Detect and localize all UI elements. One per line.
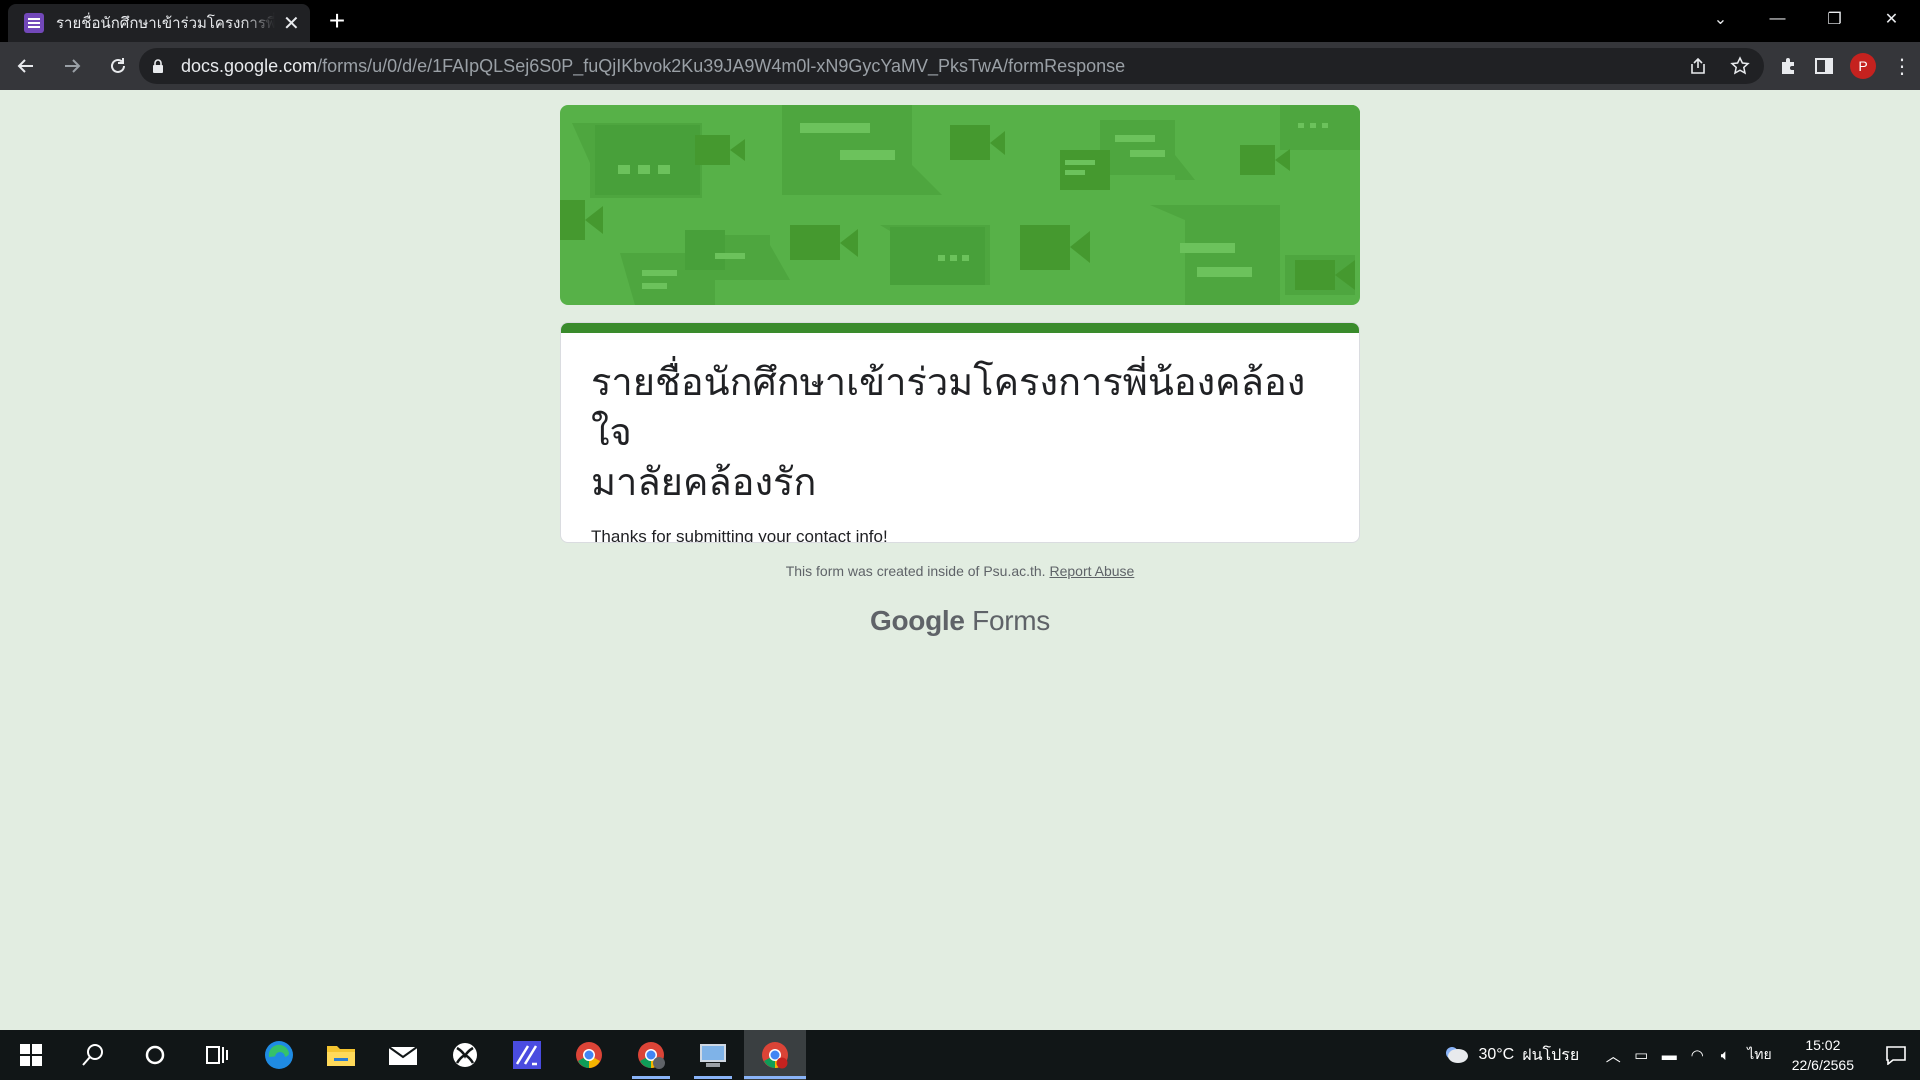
taskbar-edge[interactable]: [248, 1030, 310, 1080]
weather-widget[interactable]: 30°C ฝนโปรย: [1442, 1043, 1579, 1068]
close-window-icon[interactable]: ✕: [1863, 9, 1920, 29]
taskbar-clock[interactable]: 15:02 22/6/2565: [1792, 1035, 1854, 1075]
form-header-banner: [560, 105, 1360, 305]
taskbar-mail[interactable]: [372, 1030, 434, 1080]
taskbar-chrome-active[interactable]: [744, 1030, 806, 1080]
form-title: รายชื่อนักศึกษาเข้าร่วมโครงการพี่น้องคล้…: [561, 333, 1359, 507]
weather-temperature: 30°C: [1478, 1046, 1515, 1063]
extensions-icon[interactable]: [1778, 56, 1798, 76]
volume-icon[interactable]: 🔈︎: [1711, 1047, 1739, 1064]
input-language[interactable]: ไทย: [1747, 1044, 1771, 1066]
forward-arrow-icon: [65, 59, 81, 73]
tab-title: รายชื่อนักศึกษาเข้าร่วมโครงการพี่น้องคล้…: [56, 15, 275, 32]
file-explorer-icon: [327, 1046, 355, 1066]
affinity-icon: [513, 1041, 541, 1069]
notification-center-button[interactable]: [1872, 1045, 1920, 1065]
control-panel-icon: [700, 1044, 726, 1067]
windows-logo-icon: [20, 1044, 42, 1066]
chrome-icon: [576, 1042, 602, 1068]
window-controls: ⌄ — ❐ ✕: [1692, 0, 1920, 38]
form-title-line-1: รายชื่อนักศึกษาเข้าร่วมโครงการพี่น้องคล้…: [591, 360, 1306, 454]
lock-icon[interactable]: [151, 59, 165, 73]
taskbar-search-button[interactable]: [62, 1030, 124, 1080]
new-tab-button[interactable]: +: [322, 6, 352, 36]
battery-icon[interactable]: ▬: [1655, 1047, 1683, 1064]
form-title-line-2: มาลัยคล้องรัก: [591, 460, 817, 504]
minimize-icon[interactable]: —: [1749, 10, 1806, 28]
browser-tab[interactable]: รายชื่อนักศึกษาเข้าร่วมโครงการพี่น้องคล้…: [8, 4, 310, 42]
taskbar-control-panel[interactable]: [682, 1030, 744, 1080]
menu-icon[interactable]: ⋮: [1892, 54, 1912, 79]
reload-button[interactable]: [98, 46, 138, 86]
cloud-rain-icon: [1446, 1047, 1469, 1063]
back-arrow-icon: [17, 59, 33, 73]
browser-toolbar: docs.google.com/forms/u/0/d/e/1FAIpQLSej…: [0, 42, 1920, 90]
windows-taskbar: 30°C ฝนโปรย ︿ ▭ ▬ ◠ 🔈︎ ไทย 15:02 22/6/25…: [0, 1030, 1920, 1080]
taskbar-chrome[interactable]: [558, 1030, 620, 1080]
tab-search-icon[interactable]: ⌄: [1692, 9, 1749, 29]
search-icon: [82, 1044, 103, 1066]
chat-bubbles-illustration: [560, 105, 1360, 305]
task-view-button[interactable]: [186, 1030, 248, 1080]
created-inside-text: This form was created inside of Psu.ac.t…: [785, 563, 1046, 579]
confirmation-message: Thanks for submitting your contact info!: [591, 527, 888, 543]
taskbar-xbox[interactable]: [434, 1030, 496, 1080]
forward-button[interactable]: [52, 46, 92, 86]
taskbar-chrome-profile[interactable]: [620, 1030, 682, 1080]
notification-icon: [1886, 1046, 1906, 1065]
restore-icon[interactable]: ❐: [1806, 9, 1863, 29]
url-path: /forms/u/0/d/e/1FAIpQLSej6S0P_fuQjIKbvok…: [317, 55, 1126, 76]
start-button[interactable]: [0, 1030, 62, 1080]
edge-icon: [265, 1041, 293, 1069]
share-icon[interactable]: [1688, 56, 1708, 76]
meet-now-icon[interactable]: ▭: [1627, 1046, 1655, 1064]
taskbar-affinity[interactable]: [496, 1030, 558, 1080]
chrome-profile-icon: [638, 1042, 665, 1069]
wifi-icon[interactable]: ◠: [1683, 1046, 1711, 1064]
clock-date: 22/6/2565: [1791, 1057, 1854, 1073]
back-button[interactable]: [6, 46, 46, 86]
profile-avatar[interactable]: P: [1850, 53, 1876, 79]
form-confirmation-card: รายชื่อนักศึกษาเข้าร่วมโครงการพี่น้องคล้…: [560, 322, 1360, 543]
side-panel-icon[interactable]: [1814, 56, 1834, 76]
xbox-icon: [453, 1043, 477, 1067]
taskbar-file-explorer[interactable]: [310, 1030, 372, 1080]
system-tray: 30°C ฝนโปรย ︿ ▭ ▬ ◠ 🔈︎ ไทย 15:02 22/6/25…: [1442, 1030, 1920, 1080]
weather-condition: ฝนโปรย: [1522, 1046, 1580, 1064]
cortana-icon: [145, 1045, 165, 1065]
reload-icon: [111, 58, 125, 73]
google-forms-icon: [24, 13, 44, 33]
card-accent-bar: [561, 323, 1359, 333]
url-text[interactable]: docs.google.com/forms/u/0/d/e/1FAIpQLSej…: [181, 56, 1125, 77]
task-view-icon: [206, 1046, 228, 1064]
url-host: docs.google.com: [181, 55, 318, 76]
google-forms-logo[interactable]: Google Forms: [560, 605, 1360, 637]
tab-strip: รายชื่อนักศึกษาเข้าร่วมโครงการพี่น้องคล้…: [0, 0, 1920, 42]
cortana-button[interactable]: [124, 1030, 186, 1080]
form-footer-note: This form was created inside of Psu.ac.t…: [560, 563, 1360, 579]
close-tab-icon[interactable]: ✕: [283, 11, 300, 36]
report-abuse-link[interactable]: Report Abuse: [1049, 563, 1134, 579]
chevron-up-icon[interactable]: ︿: [1599, 1045, 1627, 1066]
clock-time: 15:02: [1805, 1037, 1841, 1053]
address-bar[interactable]: docs.google.com/forms/u/0/d/e/1FAIpQLSej…: [139, 48, 1764, 84]
brand-google: Google: [870, 605, 965, 636]
brand-forms: Forms: [972, 605, 1050, 636]
chrome-active-icon: [762, 1042, 788, 1069]
bookmark-star-icon[interactable]: [1730, 56, 1750, 76]
mail-icon: [388, 1046, 418, 1065]
